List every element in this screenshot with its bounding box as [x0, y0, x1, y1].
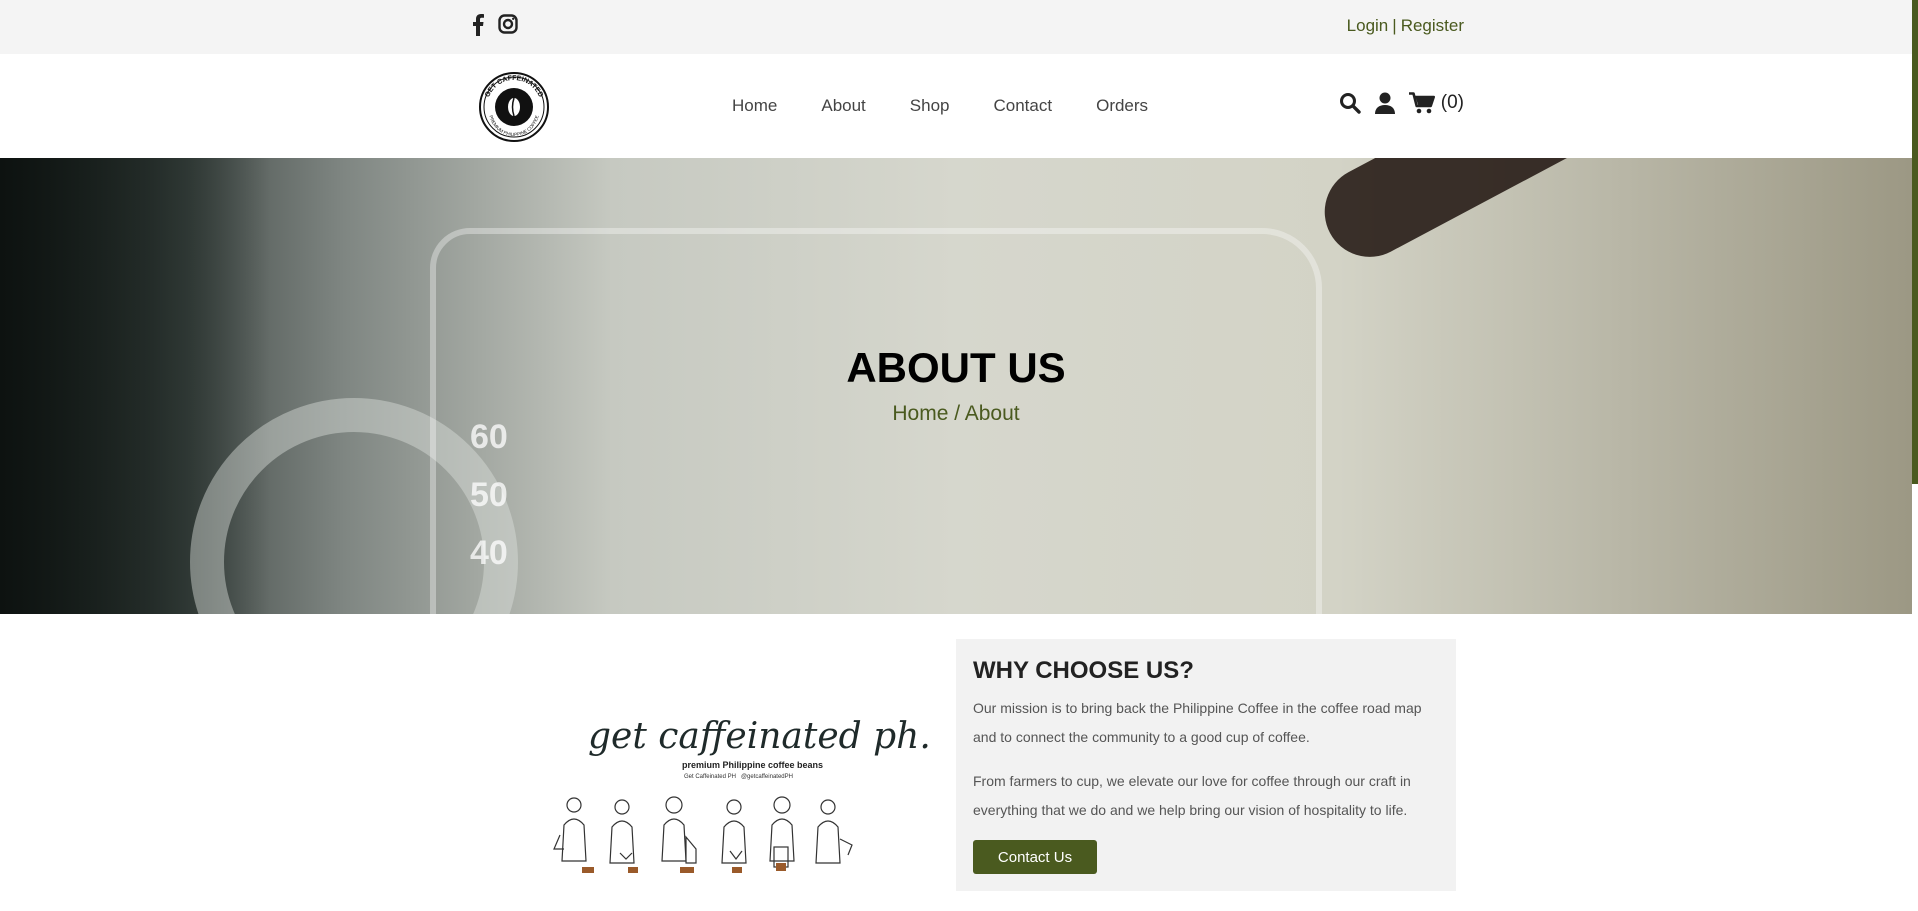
social-links	[472, 14, 518, 36]
brand-social-handles: Get Caffeinated PH @getcaffeinatedPH	[684, 774, 793, 780]
cart-icon[interactable]	[1408, 92, 1435, 114]
why-choose-us-panel: WHY CHOOSE US? Our mission is to bring b…	[956, 639, 1456, 891]
site-logo[interactable]: GET CAFFEINATED PREMIUM PHILIPPINE COFFE…	[473, 71, 555, 143]
main-nav: Home About Shop Contact Orders	[732, 96, 1148, 116]
hero-banner: 60 50 40 ABOUT US Home / About	[0, 158, 1912, 614]
nav-about[interactable]: About	[821, 96, 865, 116]
user-icon[interactable]	[1374, 92, 1395, 114]
brand-tagline: premium Philippine coffee beans	[682, 760, 824, 770]
main-header: GET CAFFEINATED PREMIUM PHILIPPINE COFFE…	[0, 54, 1912, 158]
page-title: ABOUT US	[846, 344, 1066, 391]
auth-separator: |	[1392, 16, 1397, 35]
search-icon[interactable]	[1339, 92, 1361, 114]
top-bar: Login | Register	[0, 0, 1912, 54]
breadcrumb: Home / About	[0, 402, 1912, 426]
nav-home[interactable]: Home	[732, 96, 777, 116]
instagram-handle: @getcaffeinatedPH	[740, 774, 793, 780]
register-link[interactable]: Register	[1401, 16, 1464, 35]
header-actions: (0)	[1339, 92, 1464, 114]
why-heading: WHY CHOOSE US?	[973, 657, 1194, 684]
barista-figures-illustration	[553, 796, 853, 873]
breadcrumb-current: About	[964, 402, 1020, 425]
nav-orders[interactable]: Orders	[1096, 96, 1148, 116]
mission-paragraph: Our mission is to bring back the Philipp…	[973, 700, 1422, 745]
cart-count[interactable]: (0)	[1441, 92, 1464, 114]
nav-shop[interactable]: Shop	[910, 96, 950, 116]
facebook-handle: Get Caffeinated PH	[684, 774, 736, 780]
hero-kettle-spout	[1308, 158, 1881, 273]
hero-cup-markings: 60 50 40	[470, 408, 508, 582]
breadcrumb-separator: /	[948, 402, 965, 425]
contact-us-button[interactable]: Contact Us	[973, 840, 1097, 874]
nav-contact[interactable]: Contact	[994, 96, 1053, 116]
login-link[interactable]: Login	[1347, 16, 1389, 35]
cup-mark: 50	[470, 476, 508, 514]
auth-links: Login | Register	[1347, 16, 1464, 36]
brand-script-logo: get caffeinated ph.	[588, 716, 931, 757]
instagram-icon[interactable]	[498, 14, 518, 36]
scroll-accent-bar	[1912, 0, 1918, 484]
cup-mark: 40	[470, 534, 508, 572]
facebook-icon[interactable]	[472, 14, 484, 36]
vision-paragraph: From farmers to cup, we elevate our love…	[973, 773, 1411, 818]
breadcrumb-home[interactable]: Home	[892, 402, 948, 425]
